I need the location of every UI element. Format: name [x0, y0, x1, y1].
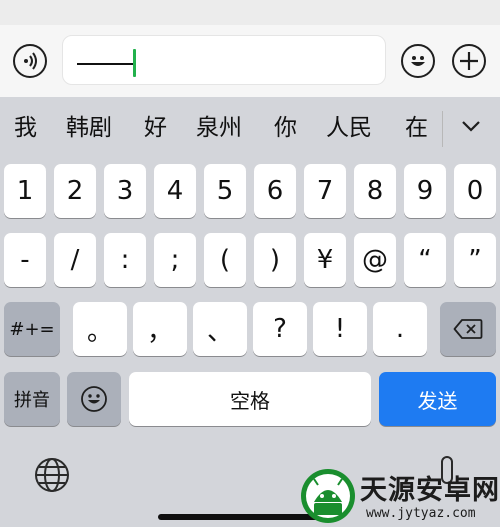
android-logo-icon: [301, 469, 355, 523]
backspace-icon: [453, 319, 483, 339]
key-at[interactable]: @: [354, 233, 396, 287]
key-yen[interactable]: ¥: [304, 233, 346, 287]
input-bar: ——: [0, 25, 500, 97]
delete-key[interactable]: [440, 302, 496, 356]
candidate-1[interactable]: 韩剧: [66, 113, 112, 143]
key-2[interactable]: 2: [54, 164, 96, 218]
key-left-paren[interactable]: (: [204, 233, 246, 287]
key-right-paren[interactable]: ): [254, 233, 296, 287]
candidate-2[interactable]: 好: [144, 113, 167, 143]
key-full-stop[interactable]: 。: [73, 302, 127, 356]
key-1[interactable]: 1: [4, 164, 46, 218]
watermark: 天源安卓网 www.jytyaz.com: [300, 462, 500, 527]
candidate-3[interactable]: 泉州: [196, 113, 242, 143]
space-key[interactable]: 空格: [129, 372, 371, 426]
key-4[interactable]: 4: [154, 164, 196, 218]
key-question[interactable]: ?: [253, 302, 307, 356]
candidate-divider: [442, 111, 443, 147]
candidate-5[interactable]: 人民: [326, 113, 372, 143]
key-0[interactable]: 0: [454, 164, 496, 218]
watermark-title: 天源安卓网: [360, 475, 500, 506]
key-close-quote[interactable]: ”: [454, 233, 496, 287]
chevron-down-icon[interactable]: [460, 115, 482, 137]
input-text: [77, 63, 133, 65]
key-5[interactable]: 5: [204, 164, 246, 218]
text-caret: [133, 49, 136, 77]
watermark-url: www.jytyaz.com: [366, 506, 476, 521]
key-enumeration-comma[interactable]: 、: [193, 302, 247, 356]
key-hyphen[interactable]: -: [4, 233, 46, 287]
candidate-bar: 我 韩剧 好 泉州 你 人民 在: [0, 97, 500, 160]
candidate-0[interactable]: 我: [14, 113, 37, 143]
smiley-icon: [411, 56, 425, 66]
more-button[interactable]: [452, 44, 486, 78]
key-6[interactable]: 6: [254, 164, 296, 218]
key-8[interactable]: 8: [354, 164, 396, 218]
pinyin-key[interactable]: 拼音: [4, 372, 60, 426]
plus-icon: [460, 52, 478, 70]
key-slash[interactable]: /: [54, 233, 96, 287]
message-input[interactable]: ——: [62, 35, 386, 85]
key-period[interactable]: .: [373, 302, 427, 356]
key-3[interactable]: 3: [104, 164, 146, 218]
key-9[interactable]: 9: [404, 164, 446, 218]
top-strip: [0, 0, 500, 26]
key-exclamation[interactable]: !: [313, 302, 367, 356]
key-7[interactable]: 7: [304, 164, 346, 218]
key-open-quote[interactable]: “: [404, 233, 446, 287]
candidate-6[interactable]: 在: [405, 113, 428, 143]
send-key[interactable]: 发送: [379, 372, 496, 426]
candidate-4[interactable]: 你: [274, 113, 297, 143]
smiley-icon: [81, 386, 107, 412]
emoji-button[interactable]: [401, 44, 435, 78]
globe-icon[interactable]: [34, 457, 70, 493]
symbols-mode-key[interactable]: #+=: [4, 302, 60, 356]
emoji-key[interactable]: [67, 372, 121, 426]
voice-icon: [24, 52, 37, 70]
voice-message-button[interactable]: [13, 44, 47, 78]
key-semicolon[interactable]: ;: [154, 233, 196, 287]
key-comma[interactable]: ，: [133, 302, 187, 356]
key-colon[interactable]: :: [104, 233, 146, 287]
